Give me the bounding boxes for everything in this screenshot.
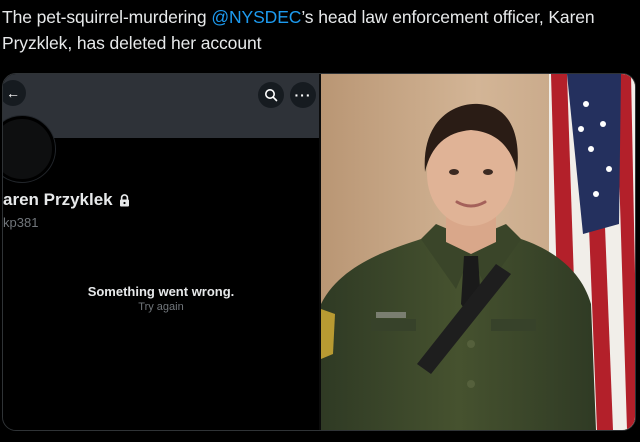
profile-name-text: aren Przyklek	[3, 190, 113, 209]
search-button[interactable]	[258, 82, 284, 108]
profile-name: aren Przyklek	[3, 190, 130, 210]
tweet-text-start: The pet-squirrel-murdering	[2, 7, 212, 27]
lock-icon	[119, 194, 129, 207]
tweet-text: The pet-squirrel-murdering @NYSDEC’s hea…	[2, 4, 634, 56]
error-title: Something went wrong.	[87, 284, 235, 299]
tweet-media[interactable]: ← ··· aren Przyklek kp381 Something went…	[2, 73, 636, 431]
portrait-illustration	[321, 74, 635, 430]
error-message: Something went wrong. Try again	[3, 284, 319, 313]
mention-link[interactable]: @NYSDEC	[211, 7, 301, 27]
more-icon: ···	[294, 87, 312, 103]
profile-handle: kp381	[3, 215, 39, 230]
try-again-link[interactable]: Try again	[3, 301, 319, 313]
search-icon	[265, 89, 278, 102]
more-button[interactable]: ···	[290, 82, 316, 108]
portrait-photo	[321, 74, 635, 430]
back-arrow-icon: ←	[6, 85, 20, 101]
profile-screenshot: ← ··· aren Przyklek kp381 Something went…	[3, 74, 319, 430]
